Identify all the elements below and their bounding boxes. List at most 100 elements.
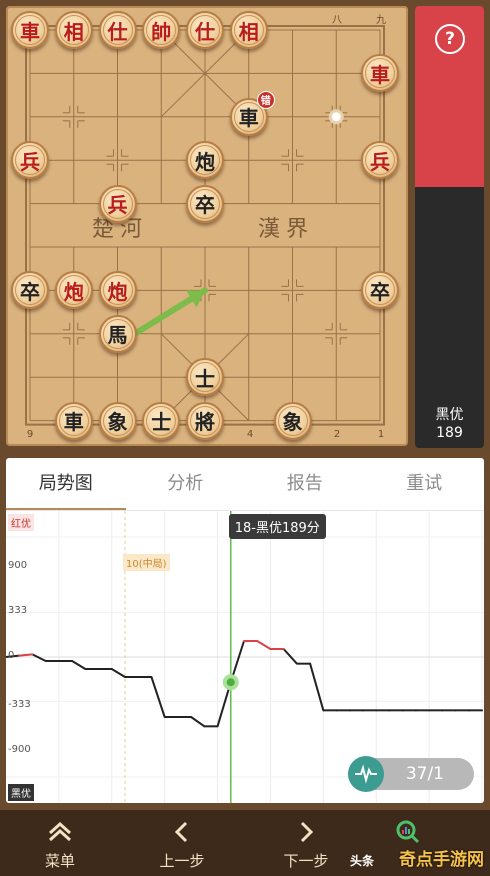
- eval-label: 黑优 189: [415, 406, 484, 442]
- chart-point: [401, 709, 404, 712]
- y-tick-label: 333: [8, 605, 28, 616]
- eval-side-label: 黑优: [435, 407, 464, 423]
- piece-red[interactable]: 帥: [142, 11, 181, 49]
- chart-point: [44, 660, 47, 662]
- watermark: 奇点手游网: [399, 850, 484, 870]
- piece-label: 炮: [63, 279, 84, 304]
- piece-black[interactable]: 炮: [186, 141, 224, 180]
- bottom-nav: 菜单 上一步 下一步 头条 奇点手游网: [0, 810, 490, 876]
- chart-point: [375, 709, 378, 712]
- piece-red[interactable]: 炮: [98, 271, 137, 310]
- chart-point: [31, 653, 34, 656]
- piece-label: 象: [107, 410, 128, 435]
- chart-point: [335, 709, 338, 712]
- piece-label: 車: [63, 410, 84, 435]
- chart-point: [110, 668, 113, 670]
- piece-label: 卒: [195, 193, 215, 218]
- chart-point: [414, 709, 417, 712]
- piece-black[interactable]: 馬: [98, 314, 137, 353]
- next-move-button[interactable]: 下一步: [256, 818, 356, 871]
- chart-line-segment: [19, 653, 33, 657]
- piece-label: 士: [151, 410, 172, 435]
- move-counter-text: 37/1: [405, 764, 444, 784]
- piece-label: 炮: [195, 149, 215, 174]
- piece-label: 兵: [107, 193, 128, 218]
- chart-point: [18, 654, 21, 657]
- piece-black[interactable]: 象: [273, 401, 312, 440]
- chart-point: [97, 668, 100, 670]
- piece-label: 仕: [195, 19, 215, 44]
- error-badge: 错: [256, 90, 275, 109]
- piece-label: 象: [282, 410, 303, 435]
- piece-red[interactable]: 兵: [361, 141, 399, 180]
- heartbeat-icon[interactable]: [348, 756, 384, 792]
- help-button[interactable]: ?: [435, 24, 465, 54]
- chart-point: [163, 716, 166, 718]
- piece-red[interactable]: 仕: [98, 11, 137, 49]
- piece-label: 帥: [151, 19, 172, 44]
- piece-black[interactable]: 車: [54, 401, 93, 440]
- chart-line-segment: [190, 716, 205, 728]
- piece-label: 兵: [370, 149, 390, 174]
- piece-red[interactable]: 炮: [54, 271, 93, 310]
- analysis-panel: 局势图 分析 报告 重试 红优 黑优 900 333 0 -333 -900 1…: [6, 458, 484, 803]
- chart-point: [57, 660, 60, 662]
- tab-retry[interactable]: 重试: [365, 458, 485, 510]
- piece-black[interactable]: 士: [186, 358, 224, 397]
- y-tick-label: 900: [8, 560, 28, 571]
- eval-bar: ? 黑优 189: [415, 6, 484, 448]
- chart-point: [124, 676, 126, 678]
- chart-point: [150, 676, 153, 678]
- chart-line-segment: [282, 648, 298, 665]
- piece-red[interactable]: 兵: [11, 141, 49, 180]
- y-tick-label: -333: [8, 699, 31, 710]
- piece-label: 卒: [370, 279, 390, 304]
- piece-black[interactable]: 象: [98, 401, 137, 440]
- chart-point: [348, 709, 351, 712]
- river-text-han: 漢界: [258, 217, 315, 242]
- piece-black[interactable]: 士: [142, 401, 181, 440]
- chart-point: [467, 709, 470, 712]
- chess-board[interactable]: 八 九 9 7 5 4 2 1 楚河 漢界 車相仕帥仕相車車错兵炮兵兵卒卒炮炮卒…: [6, 6, 408, 446]
- piece-label: 士: [195, 366, 215, 391]
- piece-red[interactable]: 相: [54, 11, 93, 49]
- tab-situation-chart[interactable]: 局势图: [6, 458, 126, 510]
- chart-point: [137, 676, 140, 678]
- chart-cursor-dot[interactable]: [226, 678, 235, 687]
- piece-label: 車: [370, 62, 390, 87]
- piece-black[interactable]: 卒: [186, 184, 224, 223]
- file-label-top-8: 八: [332, 15, 342, 26]
- piece-black[interactable]: 將: [186, 401, 224, 440]
- piece-label: 卒: [20, 279, 40, 304]
- chart-line-segment: [150, 676, 166, 718]
- tab-bar: 局势图 分析 报告 重试: [6, 458, 484, 510]
- analysis-search-button[interactable]: [378, 818, 438, 846]
- piece-red[interactable]: 兵: [98, 184, 137, 223]
- chart-line-segment: [309, 663, 325, 711]
- chevron-right-icon: [256, 818, 356, 846]
- magnifier-chart-icon: [378, 818, 438, 846]
- y-tick-label: 0: [8, 650, 15, 661]
- target-marker: [328, 109, 344, 125]
- prev-move-button[interactable]: 上一步: [132, 818, 232, 871]
- chart-point: [322, 709, 325, 712]
- piece-label: 車: [20, 19, 40, 44]
- piece-red[interactable]: 相: [229, 11, 268, 49]
- tab-analysis[interactable]: 分析: [126, 458, 246, 510]
- chart-tag-black-advantage: 黑优: [8, 784, 34, 801]
- chart-point: [243, 640, 245, 642]
- piece-label: 車: [238, 106, 259, 131]
- chart-point: [441, 709, 444, 712]
- chart-point: [176, 716, 179, 718]
- piece-label: 相: [238, 19, 259, 44]
- chart-point: [481, 709, 483, 712]
- piece-label: 仕: [107, 19, 128, 44]
- piece-label: 將: [195, 410, 215, 435]
- file-label-bottom-2: 2: [333, 429, 341, 440]
- chart-point: [203, 725, 206, 728]
- piece-red[interactable]: 仕: [186, 11, 224, 49]
- piece-red[interactable]: 車: [11, 11, 49, 49]
- next-move-label: 下一步: [283, 852, 329, 870]
- menu-button[interactable]: 菜单: [10, 818, 110, 871]
- tab-report[interactable]: 报告: [245, 458, 365, 510]
